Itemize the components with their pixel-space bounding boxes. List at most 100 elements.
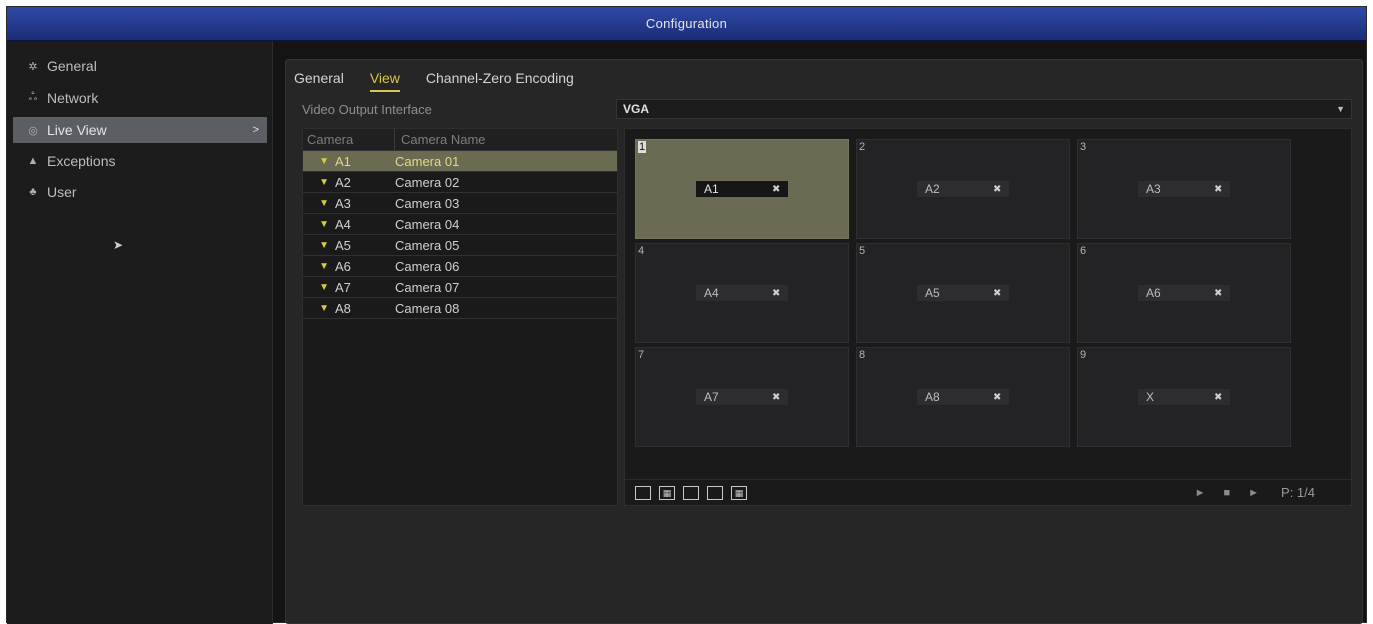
camera-list-header: Camera Camera Name [303,129,617,151]
tile-camera-chip: A7 ✖ [696,389,788,405]
tile-camera-chip: A8 ✖ [917,389,1009,405]
view-tile[interactable]: 5 A5 ✖ [856,243,1070,343]
first-page-icon[interactable]: ► [1195,487,1206,499]
table-row[interactable]: ▼ A2 Camera 02 [303,172,617,193]
layout-2x2-icon[interactable]: ▦ [659,485,675,500]
table-row[interactable]: ▼ A6 Camera 06 [303,256,617,277]
video-output-row: Video Output Interface VGA ▼ [298,98,1352,120]
tile-camera-label: A5 [925,286,940,300]
sidebar-item-exceptions[interactable]: ▲ Exceptions [13,148,267,174]
view-tile[interactable]: 1 A1 ✖ [635,139,849,239]
camera-icon: ▼ [319,197,329,209]
camera-name: Camera 07 [395,279,460,295]
sidebar-item-label: User [47,184,77,200]
camera-name: Camera 05 [395,237,460,253]
close-icon[interactable]: ✖ [1214,392,1230,403]
table-row[interactable]: ▼ A4 Camera 04 [303,214,617,235]
view-tile[interactable]: 6 A6 ✖ [1077,243,1291,343]
warning-icon: ▲ [27,155,39,167]
tile-camera-label: A8 [925,390,940,404]
tile-number: 6 [1080,245,1087,257]
tab-channel-zero-encoding[interactable]: Channel-Zero Encoding [426,70,574,92]
chevron-down-icon: ▼ [1336,104,1345,114]
camera-name: Camera 03 [395,195,460,211]
prev-page-icon[interactable]: ■ [1223,487,1230,499]
close-icon[interactable]: ✖ [993,288,1009,299]
camera-id: A3 [335,195,351,211]
tab-view[interactable]: View [369,70,400,92]
close-icon[interactable]: ✖ [993,184,1009,195]
next-page-icon[interactable]: ► [1248,487,1259,499]
sidebar: ✲ General ஃ Network ◎ Live View > ▲ Exce… [7,41,273,624]
camera-id: A8 [335,300,351,316]
tile-number: 8 [859,349,866,361]
camera-icon: ▼ [319,239,329,251]
video-output-select[interactable]: VGA ▼ [616,99,1352,119]
tab-general[interactable]: General [294,70,344,92]
sidebar-item-general[interactable]: ✲ General [13,53,267,79]
tile-number: 3 [1080,141,1087,153]
camera-id: A4 [335,216,351,232]
tile-camera-label: A7 [704,390,719,404]
video-output-label: Video Output Interface [302,101,432,117]
close-icon[interactable]: ✖ [993,392,1009,403]
tile-camera-chip: A5 ✖ [917,285,1009,301]
tile-number: 4 [638,245,645,257]
camera-id: A5 [335,237,351,253]
table-row[interactable]: ▼ A5 Camera 05 [303,235,617,256]
layout-3x3-icon[interactable]: ▦ [731,485,747,500]
close-icon[interactable]: ✖ [772,184,788,195]
title-bar: Configuration [7,7,1366,41]
tile-camera-label: A4 [704,286,719,300]
camera-icon: ▼ [319,302,329,314]
tile-camera-label: A2 [925,182,940,196]
table-row[interactable]: ▼ A1 Camera 01 [303,151,617,172]
tile-camera-chip: A4 ✖ [696,285,788,301]
sidebar-item-live-view[interactable]: ◎ Live View > [13,117,267,143]
chevron-right-icon: > [252,124,259,136]
tile-number: 7 [638,349,645,361]
tile-camera-label: X [1146,390,1155,404]
view-layout-grid: 1 A1 ✖ 2 A2 ✖ 3 A3 ✖ 4 A4 ✖ 5 A5 ✖ 6 A6 … [624,128,1352,506]
live-view-icon: ◎ [28,124,38,137]
view-tile[interactable]: 7 A7 ✖ [635,347,849,447]
tile-camera-chip: A2 ✖ [917,181,1009,197]
layout-1x1-icon[interactable] [635,485,651,500]
view-tile[interactable]: 2 A2 ✖ [856,139,1070,239]
tile-number: 5 [859,245,866,257]
network-icon: ஃ [28,91,38,103]
window-title: Configuration [645,16,728,31]
main-panel: General View Channel-Zero Encoding Video… [285,59,1363,624]
tile-number: 1 [638,141,647,153]
layout-1plus5-icon[interactable] [683,485,699,500]
video-output-value: VGA [623,102,650,116]
camera-icon: ▼ [319,281,329,293]
layout-1plus7-icon[interactable] [707,485,723,500]
tile-camera-chip: A1 ✖ [696,181,788,197]
table-row[interactable]: ▼ A8 Camera 08 [303,298,617,319]
sidebar-item-network[interactable]: ஃ Network [13,85,267,111]
camera-icon: ▼ [319,155,329,167]
sidebar-item-label: Exceptions [47,153,116,169]
camera-icon: ▼ [319,218,329,230]
close-icon[interactable]: ✖ [772,288,788,299]
close-icon[interactable]: ✖ [772,392,788,403]
close-icon[interactable]: ✖ [1214,288,1230,299]
close-icon[interactable]: ✖ [1214,184,1230,195]
camera-icon: ▼ [319,260,329,272]
table-row[interactable]: ▼ A3 Camera 03 [303,193,617,214]
page-indicator: P: 1/4 [1281,485,1315,500]
view-tile[interactable]: 3 A3 ✖ [1077,139,1291,239]
view-tile[interactable]: 8 A8 ✖ [856,347,1070,447]
view-tile[interactable]: 4 A4 ✖ [635,243,849,343]
sidebar-item-user[interactable]: ♣ User [13,179,267,205]
camera-id: A2 [335,174,351,190]
table-row[interactable]: ▼ A7 Camera 07 [303,277,617,298]
configuration-window: Configuration ✲ General ஃ Network ◎ Live… [6,6,1367,624]
user-icon: ♣ [29,186,37,198]
grid-toolbar: ▦ ▦ ► ■ ► P: 1/4 [625,479,1351,505]
view-tile[interactable]: 9 X ✖ [1077,347,1291,447]
gear-icon: ✲ [28,60,38,73]
mouse-cursor-icon: ➤ [113,238,124,252]
layout-buttons: ▦ ▦ [625,485,747,500]
